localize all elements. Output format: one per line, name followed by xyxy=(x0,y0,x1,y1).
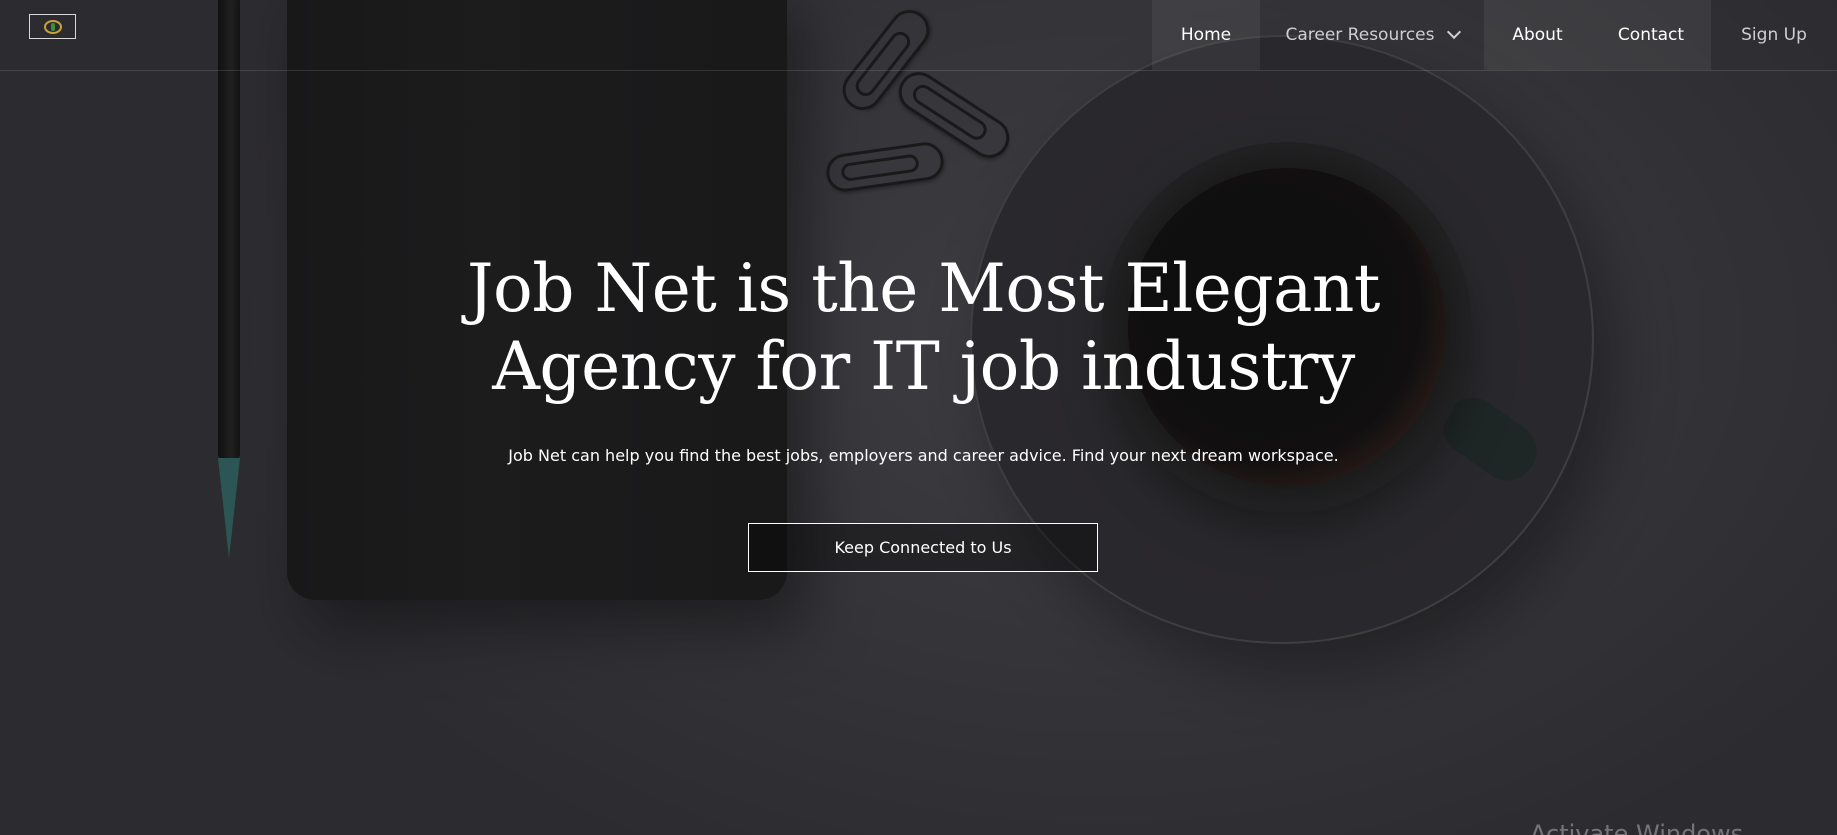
top-navbar: Home Career Resources About Contact Sign… xyxy=(0,0,1837,71)
hero-section: Home Career Resources About Contact Sign… xyxy=(0,0,1837,835)
nav-item-label: About xyxy=(1512,25,1563,45)
windows-activation-watermark: Activate Windows xyxy=(1530,820,1744,835)
nav-item-label: Sign Up xyxy=(1741,25,1807,45)
nav-item-sign-up[interactable]: Sign Up xyxy=(1711,0,1837,70)
hero-title: Job Net is the Most Elegant Agency for I… xyxy=(0,250,1837,406)
chevron-down-icon xyxy=(1446,24,1461,40)
hero-subtitle: Job Net can help you find the best jobs,… xyxy=(508,446,1339,465)
nav-item-career-resources[interactable]: Career Resources xyxy=(1260,0,1484,70)
nav-item-about[interactable]: About xyxy=(1484,0,1591,70)
logo-mark-icon xyxy=(43,19,62,34)
nav-item-label: Career Resources xyxy=(1285,25,1435,45)
nav-item-label: Contact xyxy=(1617,25,1685,45)
hero-title-line-2: Agency for IT job industry xyxy=(492,328,1355,405)
nav-item-label: Home xyxy=(1180,25,1232,45)
hero-title-line-1: Job Net is the Most Elegant xyxy=(467,250,1380,327)
nav-item-home[interactable]: Home xyxy=(1152,0,1260,70)
nav-item-contact[interactable]: Contact xyxy=(1591,0,1711,70)
keep-connected-button[interactable]: Keep Connected to Us xyxy=(748,523,1098,572)
background-overlay xyxy=(0,0,1837,835)
logo-icon[interactable] xyxy=(29,14,76,39)
